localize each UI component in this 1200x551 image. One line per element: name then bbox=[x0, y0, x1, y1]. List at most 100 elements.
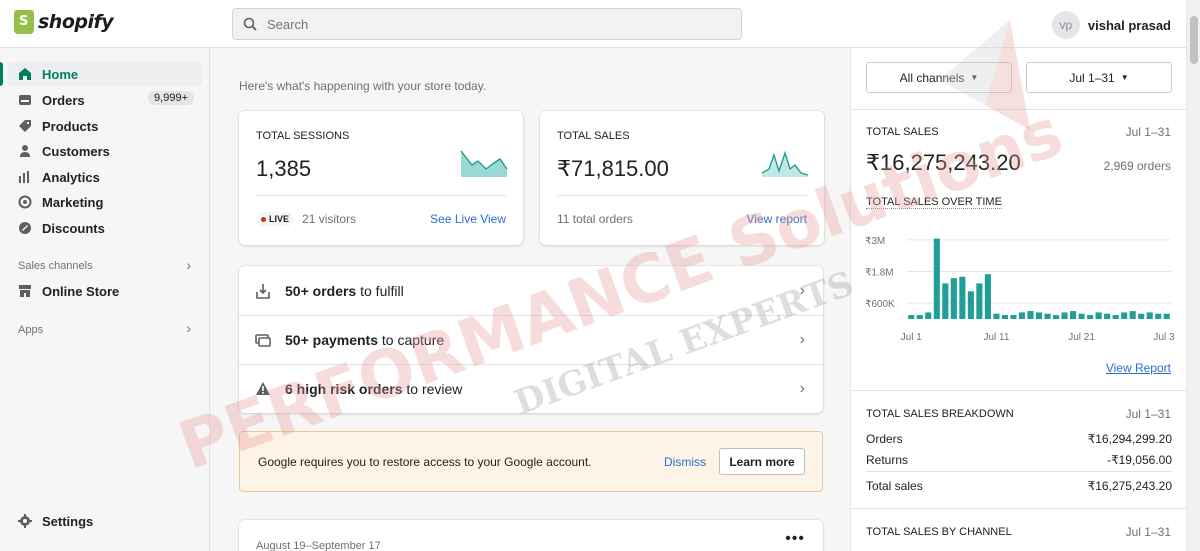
learn-more-button[interactable]: Learn more bbox=[719, 448, 805, 475]
date-range-card: August 19–September 17 ••• bbox=[239, 520, 823, 551]
chart-bar[interactable] bbox=[959, 276, 966, 319]
scroll-thumb[interactable] bbox=[1190, 16, 1198, 64]
right-panel: All channels ▼ Jul 1–31 ▼ TOTAL SALES Ju… bbox=[850, 48, 1187, 551]
chart-bar[interactable] bbox=[1121, 312, 1128, 319]
sidebar-item-products[interactable]: Products bbox=[8, 114, 202, 138]
chart-bar[interactable] bbox=[1070, 311, 1077, 319]
search-bar[interactable] bbox=[232, 8, 742, 40]
chart-bar[interactable] bbox=[1052, 315, 1060, 319]
top-bar: shopify vp vishal prasad bbox=[0, 0, 1186, 48]
chart-bar[interactable] bbox=[1035, 312, 1043, 319]
y-tick-label: ₹600K bbox=[865, 299, 895, 310]
target-icon bbox=[18, 195, 32, 209]
total-sales-card: TOTAL SALES ₹71,815.00 11 total orders V… bbox=[540, 111, 824, 245]
sales-sparkline bbox=[761, 150, 809, 177]
chart-bar[interactable] bbox=[1010, 315, 1017, 319]
dismiss-link[interactable]: Dismiss bbox=[664, 455, 706, 469]
sessions-footer: LIVE 21 visitors bbox=[256, 212, 356, 226]
view-report-link[interactable]: View report bbox=[747, 212, 807, 226]
orders-count: 2,969 orders bbox=[1103, 159, 1171, 173]
sales-over-time-chart: ₹3M ₹1.8M ₹600K Jul 1 Jul 11 Jul 21 Jul 31 bbox=[865, 236, 1175, 343]
chevron-right-icon[interactable]: › bbox=[186, 320, 191, 336]
search-input[interactable] bbox=[267, 16, 727, 32]
channels-label: All channels bbox=[899, 70, 965, 85]
breakdown-row: Total sales ₹16,275,243.20 bbox=[866, 479, 1172, 493]
sidebar-item-label: Marketing bbox=[42, 194, 104, 210]
chart-bar[interactable] bbox=[1095, 312, 1102, 319]
chart-bar[interactable] bbox=[984, 274, 991, 319]
discount-icon bbox=[18, 221, 32, 235]
chart-bar[interactable] bbox=[925, 312, 932, 319]
sidebar-item-discounts[interactable]: Discounts bbox=[8, 216, 202, 240]
sidebar-item-label: Customers bbox=[42, 143, 110, 159]
chart-bar[interactable] bbox=[908, 315, 915, 319]
main-content: Here's what's happening with your store … bbox=[211, 48, 849, 551]
chart-bar[interactable] bbox=[1155, 313, 1162, 319]
sessions-value: 1,385 bbox=[256, 156, 312, 181]
sidebar-item-home[interactable]: Home bbox=[0, 62, 202, 86]
chevron-right-icon: › bbox=[799, 380, 805, 397]
sidebar-item-label: Home bbox=[42, 66, 79, 82]
caret-down-icon: ▼ bbox=[1120, 73, 1129, 82]
divider bbox=[851, 390, 1187, 391]
view-report-link[interactable]: View Report bbox=[1106, 361, 1171, 375]
chart-bar[interactable] bbox=[1138, 313, 1145, 319]
x-tick-label: Jul 1 bbox=[901, 332, 923, 343]
chart-bar[interactable] bbox=[1018, 312, 1026, 319]
user-name: vishal prasad bbox=[1087, 17, 1171, 33]
see-live-view-link[interactable]: See Live View bbox=[430, 212, 506, 226]
by-channel-label: TOTAL SALES BY CHANNEL bbox=[866, 526, 1012, 538]
shopify-bag-icon bbox=[14, 10, 34, 34]
chart-bar[interactable] bbox=[950, 278, 957, 319]
task-text: 6 high risk orders to review bbox=[285, 381, 463, 397]
sidebar-item-settings[interactable]: Settings bbox=[8, 509, 202, 533]
sessions-sparkline bbox=[460, 150, 508, 177]
task-row-payments[interactable]: 50+ payments to capture › bbox=[239, 315, 823, 364]
chart-bar[interactable] bbox=[976, 283, 983, 319]
chart-bar[interactable] bbox=[993, 313, 1000, 319]
chart-bar[interactable] bbox=[1087, 315, 1094, 319]
all-channels-select[interactable]: All channels ▼ bbox=[866, 62, 1012, 93]
chart-bar[interactable] bbox=[1129, 311, 1136, 319]
chart-bar[interactable] bbox=[942, 283, 949, 319]
row-name: Total sales bbox=[866, 479, 923, 493]
period-label: Jul 1–31 bbox=[1125, 407, 1171, 421]
chart-bar[interactable] bbox=[1104, 313, 1111, 319]
chart-bar[interactable] bbox=[1112, 315, 1119, 319]
chart-bar[interactable] bbox=[1001, 315, 1008, 319]
task-row-fulfill[interactable]: 50+ orders to fulfill › bbox=[239, 266, 823, 315]
sidebar-item-marketing[interactable]: Marketing bbox=[8, 190, 202, 214]
sidebar-item-online-store[interactable]: Online Store bbox=[8, 279, 202, 303]
apps-label: Apps bbox=[18, 324, 44, 336]
x-tick-label: Jul 11 bbox=[983, 332, 1009, 343]
chevron-right-icon[interactable]: › bbox=[186, 257, 191, 273]
divider bbox=[557, 195, 807, 196]
chart-bar[interactable] bbox=[1044, 313, 1051, 319]
sidebar-item-orders[interactable]: Orders 9,999+ bbox=[8, 88, 202, 112]
user-menu[interactable]: vp vishal prasad bbox=[1051, 11, 1171, 39]
chart-bar[interactable] bbox=[967, 291, 974, 319]
home-icon bbox=[18, 67, 32, 81]
chart-bar[interactable] bbox=[1078, 313, 1085, 319]
shopify-logo[interactable]: shopify bbox=[14, 10, 114, 34]
date-range-select[interactable]: Jul 1–31 ▼ bbox=[1026, 62, 1172, 93]
sidebar-item-label: Discounts bbox=[42, 220, 105, 236]
sales-over-time-label[interactable]: TOTAL SALES OVER TIME bbox=[866, 196, 1002, 209]
total-sales-label: TOTAL SALES bbox=[866, 126, 939, 138]
task-row-risk[interactable]: 6 high risk orders to review › bbox=[239, 364, 823, 413]
sidebar-item-analytics[interactable]: Analytics bbox=[8, 165, 202, 189]
divider bbox=[851, 508, 1187, 509]
chart-bar[interactable] bbox=[1027, 311, 1034, 319]
chart-bar[interactable] bbox=[1146, 312, 1153, 319]
row-value: ₹16,294,299.20 bbox=[1087, 432, 1172, 446]
more-actions-icon[interactable]: ••• bbox=[785, 530, 805, 548]
chart-bar[interactable] bbox=[916, 315, 923, 319]
chart-bar[interactable] bbox=[933, 238, 940, 319]
sidebar-item-label: Orders bbox=[42, 92, 85, 108]
scrollbar[interactable] bbox=[1186, 0, 1200, 551]
sessions-card: TOTAL SESSIONS 1,385 LIVE 21 visitors Se… bbox=[239, 111, 523, 245]
chart-bar[interactable] bbox=[1061, 312, 1068, 319]
sidebar-item-customers[interactable]: Customers bbox=[8, 139, 202, 163]
chart-bar[interactable] bbox=[1163, 313, 1170, 319]
store-icon bbox=[18, 284, 32, 298]
